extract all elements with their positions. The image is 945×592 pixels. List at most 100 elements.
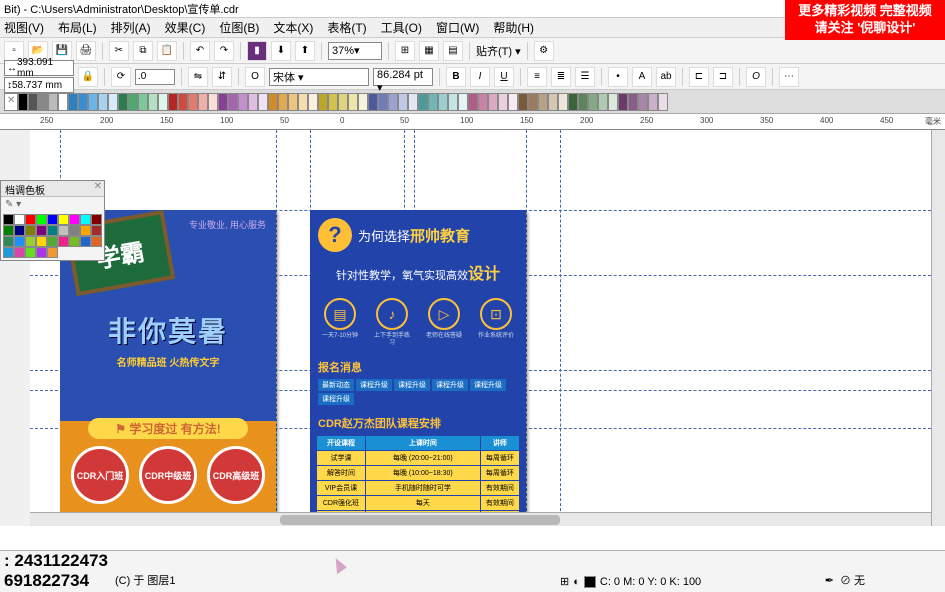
color-swatch[interactable] — [528, 93, 538, 111]
color-swatch[interactable] — [3, 247, 14, 258]
color-swatch[interactable] — [338, 93, 348, 111]
menu-item[interactable]: 排列(A) — [111, 19, 151, 36]
color-swatch[interactable] — [308, 93, 318, 111]
color-swatch[interactable] — [14, 214, 25, 225]
color-swatch[interactable] — [69, 225, 80, 236]
menu-item[interactable]: 窗口(W) — [436, 19, 479, 36]
color-swatch[interactable] — [47, 214, 58, 225]
color-swatch[interactable] — [388, 93, 398, 111]
color-swatch[interactable] — [288, 93, 298, 111]
color-swatch[interactable] — [58, 225, 69, 236]
menu-item[interactable]: 位图(B) — [219, 19, 259, 36]
color-swatch[interactable] — [98, 93, 108, 111]
fill-swatch[interactable] — [584, 576, 596, 588]
color-swatch[interactable] — [18, 93, 28, 111]
font-select[interactable]: 宋体 ▾ — [269, 68, 369, 86]
rotate-input[interactable]: .0 — [135, 69, 175, 85]
indent-icon[interactable]: ⊏ — [689, 67, 709, 87]
italic-icon[interactable]: I — [470, 67, 490, 87]
flip-v-icon[interactable]: ⇵ — [212, 67, 232, 87]
color-swatch[interactable] — [218, 93, 228, 111]
color-swatch[interactable] — [25, 225, 36, 236]
dropcap-icon[interactable]: A — [632, 67, 652, 87]
menu-item[interactable]: 文本(X) — [273, 19, 313, 36]
options-icon[interactable]: ⚙ — [534, 41, 554, 61]
color-swatch[interactable] — [80, 236, 91, 247]
cut-icon[interactable]: ✂ — [109, 41, 129, 61]
guide-line[interactable] — [560, 130, 561, 526]
flyer-back[interactable]: ? 为何选择邢帅教育 针对性教学，氧气实现高效设计 ▤一天7-10分钟♪上下手到… — [310, 210, 526, 520]
color-swatch[interactable] — [228, 93, 238, 111]
color-swatch[interactable] — [358, 93, 368, 111]
color-swatch[interactable] — [278, 93, 288, 111]
copy-icon[interactable]: ⧉ — [133, 41, 153, 61]
print-icon[interactable]: 🖨 — [76, 41, 96, 61]
color-swatch[interactable] — [38, 93, 48, 111]
color-swatch[interactable] — [658, 93, 668, 111]
color-swatch[interactable] — [3, 225, 14, 236]
color-swatch[interactable] — [248, 93, 258, 111]
color-swatch[interactable] — [368, 93, 378, 111]
color-swatch[interactable] — [36, 214, 47, 225]
undo-icon[interactable]: ↶ — [190, 41, 210, 61]
color-swatch[interactable] — [508, 93, 518, 111]
color-swatch[interactable] — [88, 93, 98, 111]
font-size[interactable]: 86.284 pt ▾ — [373, 68, 433, 86]
lock-ratio-icon[interactable]: 🔒 — [78, 67, 98, 87]
scrollbar-horizontal[interactable] — [30, 512, 931, 526]
flip-h-icon[interactable]: ⇋ — [188, 67, 208, 87]
color-swatch[interactable] — [408, 93, 418, 111]
color-swatch[interactable] — [568, 93, 578, 111]
zoom-level[interactable]: 37% ▾ — [328, 42, 382, 60]
color-swatch[interactable] — [148, 93, 158, 111]
color-swatch[interactable] — [36, 247, 47, 258]
bullet-icon[interactable]: • — [608, 67, 628, 87]
color-swatch[interactable] — [618, 93, 628, 111]
color-swatch[interactable] — [69, 214, 80, 225]
color-swatch[interactable] — [638, 93, 648, 111]
color-swatch[interactable] — [158, 93, 168, 111]
color-swatch[interactable] — [47, 225, 58, 236]
menu-item[interactable]: 帮助(H) — [493, 19, 534, 36]
color-swatch[interactable] — [558, 93, 568, 111]
color-swatch[interactable] — [36, 225, 47, 236]
color-swatch[interactable] — [488, 93, 498, 111]
outdent-icon[interactable]: ⊐ — [713, 67, 733, 87]
underline-icon[interactable]: U — [494, 67, 514, 87]
color-swatch[interactable] — [478, 93, 488, 111]
color-swatch[interactable] — [588, 93, 598, 111]
x-coord[interactable]: ↔ 393.091 mm — [4, 60, 74, 76]
align-center-icon[interactable]: ≣ — [551, 67, 571, 87]
color-swatch[interactable] — [128, 93, 138, 111]
redo-icon[interactable]: ↷ — [214, 41, 234, 61]
color-swatch[interactable] — [48, 93, 58, 111]
color-swatch[interactable] — [458, 93, 468, 111]
text-props-icon[interactable]: ab — [656, 67, 676, 87]
bold-icon[interactable]: B — [446, 67, 466, 87]
color-swatch[interactable] — [208, 93, 218, 111]
align-right-icon[interactable]: ☰ — [575, 67, 595, 87]
import-icon[interactable]: ⬇ — [271, 41, 291, 61]
color-swatch[interactable] — [118, 93, 128, 111]
color-swatch[interactable] — [448, 93, 458, 111]
color-swatch[interactable] — [91, 214, 102, 225]
more-icon[interactable]: ⋯ — [779, 67, 799, 87]
color-swatch[interactable] — [328, 93, 338, 111]
color-swatch[interactable] — [468, 93, 478, 111]
color-swatch[interactable] — [68, 93, 78, 111]
char-icon[interactable]: O — [746, 67, 766, 87]
color-swatch[interactable] — [47, 236, 58, 247]
color-swatch[interactable] — [238, 93, 248, 111]
color-swatch[interactable] — [25, 214, 36, 225]
color-swatch[interactable] — [178, 93, 188, 111]
color-swatch[interactable] — [28, 93, 38, 111]
color-swatch[interactable] — [348, 93, 358, 111]
color-swatch[interactable] — [648, 93, 658, 111]
no-fill-swatch[interactable] — [4, 93, 18, 111]
color-swatch[interactable] — [258, 93, 268, 111]
color-swatch[interactable] — [3, 236, 14, 247]
snap-dropdown[interactable]: 贴齐(T) ▾ — [476, 43, 521, 59]
color-swatch[interactable] — [428, 93, 438, 111]
color-swatch[interactable] — [578, 93, 588, 111]
color-swatch[interactable] — [378, 93, 388, 111]
